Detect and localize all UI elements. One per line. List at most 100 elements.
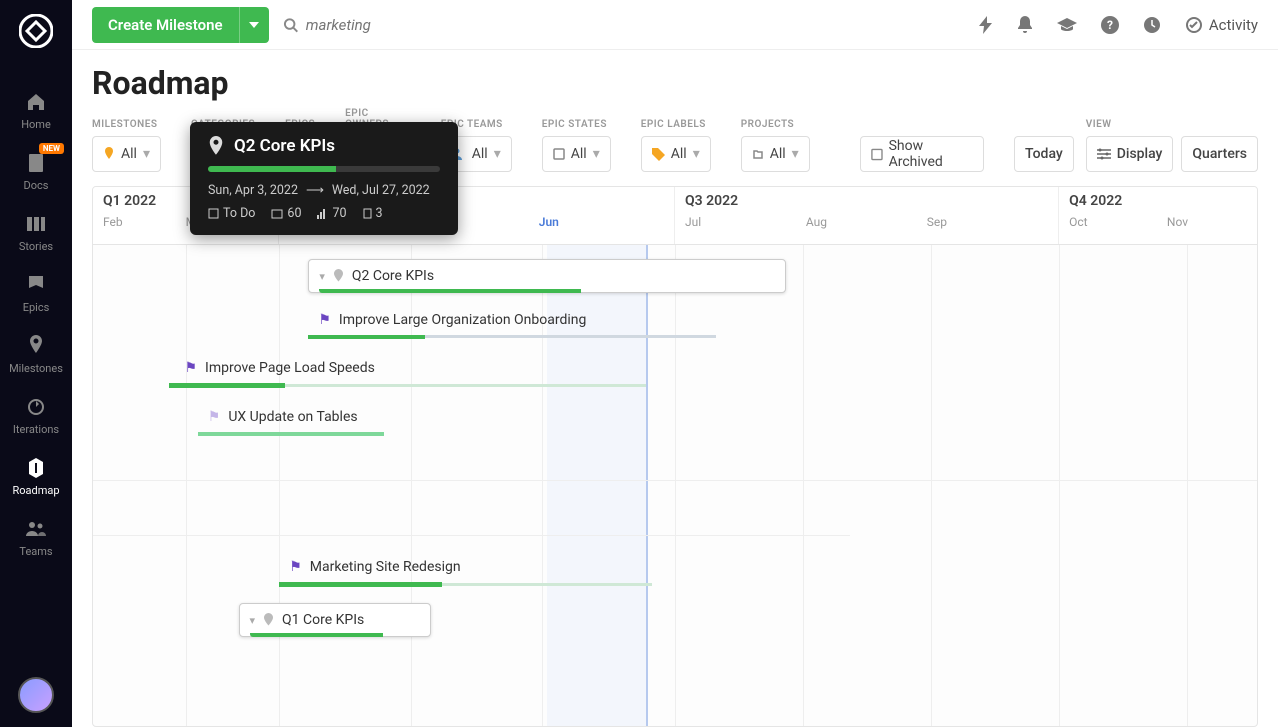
nav-stories[interactable]: Stories bbox=[0, 202, 72, 263]
caret-icon: ▾ bbox=[792, 146, 799, 162]
filter-epic-states[interactable]: All▾ bbox=[542, 136, 611, 172]
filter-label: PROJECTS bbox=[741, 119, 810, 130]
milestone-bar-q2[interactable]: ▾ Q2 Core KPIs bbox=[308, 259, 785, 293]
milestone-tooltip: Q2 Core KPIs Sun, Apr 3, 2022 ⟶ Wed, Jul… bbox=[190, 122, 458, 235]
nav-docs[interactable]: NEW Docs bbox=[0, 141, 72, 202]
today-button[interactable]: Today bbox=[1014, 136, 1074, 172]
help-icon[interactable]: ? bbox=[1101, 16, 1119, 34]
collapse-icon[interactable]: ▾ bbox=[250, 614, 256, 627]
caret-icon: ▾ bbox=[494, 146, 501, 162]
milestone-bar-q1[interactable]: ▾ Q1 Core KPIs bbox=[239, 603, 431, 637]
sliders-icon bbox=[1097, 148, 1111, 160]
collapse-icon[interactable]: ▾ bbox=[319, 270, 325, 283]
doc-icon bbox=[363, 208, 372, 219]
nav-epics[interactable]: Epics bbox=[0, 263, 72, 324]
nav-label: Docs bbox=[24, 179, 49, 192]
epic-bar[interactable]: ⚑ UX Update on Tables bbox=[198, 400, 547, 434]
search-input[interactable] bbox=[306, 16, 783, 34]
nav-roadmap[interactable]: Roadmap bbox=[0, 446, 72, 507]
nav-iterations[interactable]: Iterations bbox=[0, 385, 72, 446]
epic-track bbox=[425, 335, 716, 338]
epic-progress bbox=[308, 335, 424, 339]
month-label: Feb bbox=[103, 215, 158, 229]
month-label-current: Jun bbox=[539, 215, 664, 229]
caret-icon: ▾ bbox=[143, 146, 150, 162]
project-icon bbox=[752, 148, 764, 160]
timeline-body[interactable]: ▾ Q2 Core KPIs ⚑ Improve Large Organizat… bbox=[93, 245, 1257, 726]
show-archived-toggle[interactable]: Show Archived bbox=[860, 136, 984, 172]
filter-epic-labels[interactable]: All▾ bbox=[641, 136, 711, 172]
grad-icon[interactable] bbox=[1057, 18, 1077, 32]
create-dropdown-button[interactable] bbox=[239, 7, 269, 43]
epic-bar[interactable]: ⚑ Improve Page Load Speeds bbox=[174, 351, 663, 385]
app-logo[interactable] bbox=[17, 12, 55, 50]
month-label: Sep bbox=[927, 215, 1048, 229]
filter-projects[interactable]: All▾ bbox=[741, 136, 810, 172]
sidebar: Home NEW Docs Stories Epics Milestones I… bbox=[0, 0, 72, 727]
activity-link[interactable]: Activity bbox=[1185, 16, 1258, 34]
search-box[interactable] bbox=[283, 16, 783, 34]
home-icon bbox=[24, 90, 48, 114]
stories-icon bbox=[24, 212, 48, 236]
state-icon bbox=[553, 148, 565, 160]
month-label: Oct bbox=[1069, 215, 1167, 229]
epic-track bbox=[285, 384, 646, 387]
search-icon bbox=[283, 17, 298, 33]
epic-bar[interactable]: ⚑ Improve Large Organization Onboarding bbox=[308, 303, 715, 337]
nav-label: Roadmap bbox=[12, 484, 59, 497]
checkbox-icon bbox=[871, 148, 883, 161]
display-button[interactable]: Display bbox=[1086, 136, 1174, 172]
epics-icon bbox=[24, 273, 48, 297]
epic-bar[interactable]: ⚑ Marketing Site Redesign bbox=[279, 550, 686, 584]
bell-icon[interactable] bbox=[1017, 16, 1033, 34]
create-milestone-group: Create Milestone bbox=[92, 7, 269, 43]
activity-label: Activity bbox=[1209, 16, 1258, 34]
filter-label: VIEW bbox=[1086, 119, 1258, 130]
caret-icon: ▾ bbox=[593, 146, 600, 162]
timeline: Q1 2022 FebMar Q2 2022 AprMayJun Q3 2022… bbox=[92, 186, 1258, 727]
filter-milestones[interactable]: All▾ bbox=[92, 136, 161, 172]
epic-progress bbox=[279, 582, 442, 587]
bolt-icon[interactable] bbox=[979, 16, 993, 34]
quarter-label: Q3 2022 bbox=[685, 193, 1048, 209]
milestone-icon bbox=[24, 334, 48, 358]
doc-icon bbox=[24, 151, 48, 175]
roadmap-icon bbox=[24, 456, 48, 480]
caret-icon: ▾ bbox=[693, 146, 700, 162]
tooltip-val2: 70 bbox=[332, 206, 346, 221]
month-label: Jul bbox=[685, 215, 806, 229]
row-divider bbox=[93, 535, 850, 536]
main: Create Milestone ? Activity Roadmap MILE… bbox=[72, 0, 1278, 727]
nav-teams[interactable]: Teams bbox=[0, 507, 72, 568]
tooltip-status: To Do bbox=[223, 206, 255, 221]
tooltip-title: Q2 Core KPIs bbox=[234, 136, 335, 156]
user-avatar[interactable] bbox=[18, 677, 54, 713]
bar-label: Q1 Core KPIs bbox=[282, 612, 364, 628]
page: Roadmap MILESTONES All▾ CATEGORIES EPICS… bbox=[72, 50, 1278, 727]
flag-icon: ⚑ bbox=[318, 312, 331, 328]
tooltip-val1: 60 bbox=[287, 206, 301, 221]
clock-icon[interactable] bbox=[1143, 16, 1161, 34]
filters-row: MILESTONES All▾ CATEGORIES EPICS EPIC OW… bbox=[92, 108, 1258, 172]
tag-icon bbox=[652, 148, 665, 161]
nav-label: Home bbox=[21, 118, 51, 131]
month-label: Aug bbox=[806, 215, 927, 229]
tooltip-progress bbox=[208, 166, 440, 172]
nav-home[interactable]: Home bbox=[0, 80, 72, 141]
pin-icon bbox=[263, 613, 274, 627]
filter-label: MILESTONES bbox=[92, 119, 161, 130]
card-icon bbox=[271, 209, 283, 219]
epic-progress bbox=[169, 383, 285, 388]
bar-label: Improve Large Organization Onboarding bbox=[339, 312, 586, 328]
create-milestone-button[interactable]: Create Milestone bbox=[92, 7, 239, 43]
chevron-down-icon bbox=[249, 22, 259, 28]
quarters-button[interactable]: Quarters bbox=[1181, 136, 1258, 172]
filter-label: EPIC STATES bbox=[542, 119, 611, 130]
flag-icon: ⚑ bbox=[208, 409, 221, 425]
epic-progress bbox=[198, 432, 384, 436]
nav-milestones[interactable]: Milestones bbox=[0, 324, 72, 385]
bar-label: Q2 Core KPIs bbox=[352, 268, 434, 284]
badge-new: NEW bbox=[39, 143, 64, 154]
pin-icon bbox=[103, 147, 115, 161]
tooltip-val3: 3 bbox=[376, 206, 383, 221]
